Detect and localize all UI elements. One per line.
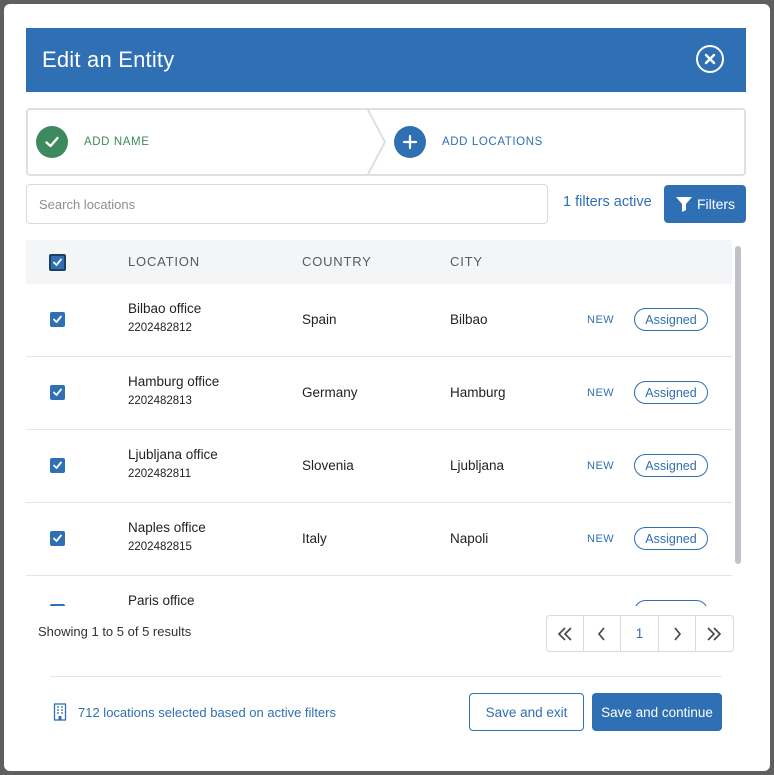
- plus-icon: [402, 134, 418, 150]
- location-id: 2202482815: [128, 541, 192, 553]
- selected-locations-text: 712 locations selected based on active f…: [78, 704, 336, 720]
- next-page-button[interactable]: [659, 616, 696, 651]
- table-row[interactable]: Bilbao office 2202482812 Spain Bilbao NE…: [26, 284, 732, 357]
- row-checkbox[interactable]: [50, 604, 65, 606]
- double-chevron-right-icon: [707, 626, 722, 641]
- page-number-button[interactable]: 1: [621, 616, 659, 651]
- step-separator-chevron: [366, 110, 387, 174]
- check-icon: [53, 315, 62, 323]
- location-city: Ljubljana: [450, 458, 505, 473]
- row-checkbox[interactable]: [50, 458, 65, 473]
- close-button[interactable]: [696, 45, 724, 73]
- close-icon: [704, 53, 716, 65]
- step-done-circle: [36, 126, 68, 158]
- check-icon: [45, 136, 59, 148]
- stepper: ADD NAME ADD LOCATIONS: [26, 108, 746, 176]
- filters-button-label: Filters: [696, 196, 736, 212]
- step-add-name[interactable]: ADD NAME: [36, 110, 150, 174]
- pagination: 1: [546, 615, 734, 652]
- new-tag: NEW: [587, 314, 615, 326]
- location-id: 2202482811: [128, 468, 192, 480]
- assigned-badge: Assigned: [634, 381, 708, 404]
- table-row[interactable]: Ljubljana office 2202482811 Slovenia Lju…: [26, 430, 732, 503]
- new-tag: NEW: [587, 387, 615, 399]
- new-tag: NEW: [587, 533, 615, 545]
- column-header-city[interactable]: CITY: [450, 254, 483, 269]
- location-id: 2202482812: [128, 322, 192, 334]
- location-name: Bilbao office: [128, 301, 202, 316]
- column-header-location[interactable]: LOCATION: [128, 254, 200, 269]
- location-name: Ljubljana office: [128, 447, 218, 462]
- step-label: ADD LOCATIONS: [442, 136, 543, 148]
- table-row[interactable]: Paris office: [26, 576, 732, 606]
- location-name: Hamburg office: [128, 374, 220, 389]
- chevron-left-icon: [598, 626, 605, 641]
- column-header-country[interactable]: COUNTRY: [302, 254, 372, 269]
- location-name: Paris office: [128, 593, 195, 606]
- first-page-button[interactable]: [547, 616, 585, 651]
- previous-page-button[interactable]: [584, 616, 622, 651]
- location-city: Hamburg: [450, 385, 506, 400]
- location-country: Germany: [302, 385, 358, 400]
- row-checkbox[interactable]: [50, 531, 65, 546]
- check-icon: [53, 534, 62, 542]
- search-input[interactable]: [26, 184, 548, 224]
- filters-button[interactable]: Filters: [664, 185, 746, 223]
- edit-entity-modal: Edit an Entity ADD NAME ADD LOCATIONS Se…: [4, 4, 770, 771]
- new-tag: NEW: [587, 460, 615, 472]
- save-and-continue-button[interactable]: Save and continue: [592, 693, 722, 731]
- locations-table: LOCATION COUNTRY CITY Bilbao office 2202…: [26, 240, 746, 606]
- filter-funnel-icon: [675, 197, 692, 212]
- modal-header: Edit an Entity: [26, 28, 746, 92]
- double-chevron-left-icon: [557, 626, 572, 641]
- row-checkbox[interactable]: [50, 385, 65, 400]
- last-page-button[interactable]: [696, 616, 733, 651]
- table-header: LOCATION COUNTRY CITY: [26, 240, 732, 284]
- step-active-circle: [394, 126, 426, 158]
- check-icon: [53, 258, 62, 266]
- location-country: Italy: [302, 531, 327, 546]
- assigned-badge: Assigned: [634, 527, 708, 550]
- location-city: Napoli: [450, 531, 489, 546]
- assigned-badge: [634, 600, 708, 606]
- chevron-right-icon: [674, 626, 681, 641]
- footer-divider: [50, 676, 722, 677]
- location-country: Slovenia: [302, 458, 354, 473]
- pagination-summary: Showing 1 to 5 of 5 results: [38, 624, 192, 639]
- location-city: Bilbao: [450, 312, 488, 327]
- location-name: Naples office: [128, 520, 206, 535]
- location-country: Spain: [302, 312, 337, 327]
- location-id: 2202482813: [128, 395, 192, 407]
- save-and-exit-button[interactable]: Save and exit: [469, 693, 584, 731]
- modal-title: Edit an Entity: [42, 47, 175, 72]
- step-label: ADD NAME: [84, 136, 150, 148]
- selected-locations-info: 712 locations selected based on active f…: [52, 703, 336, 721]
- table-row[interactable]: Hamburg office 2202482813 Germany Hambur…: [26, 357, 732, 430]
- row-checkbox[interactable]: [50, 312, 65, 327]
- check-icon: [53, 461, 62, 469]
- building-icon: [53, 703, 67, 721]
- assigned-badge: Assigned: [634, 454, 708, 477]
- step-add-locations[interactable]: ADD LOCATIONS: [394, 110, 543, 174]
- assigned-badge: Assigned: [634, 308, 708, 331]
- check-icon: [53, 388, 62, 396]
- table-row[interactable]: Naples office 2202482815 Italy Napoli NE…: [26, 503, 732, 576]
- table-scrollbar[interactable]: [735, 246, 741, 564]
- select-all-checkbox[interactable]: [49, 254, 66, 271]
- filters-active-count[interactable]: 1 filters active: [563, 194, 652, 210]
